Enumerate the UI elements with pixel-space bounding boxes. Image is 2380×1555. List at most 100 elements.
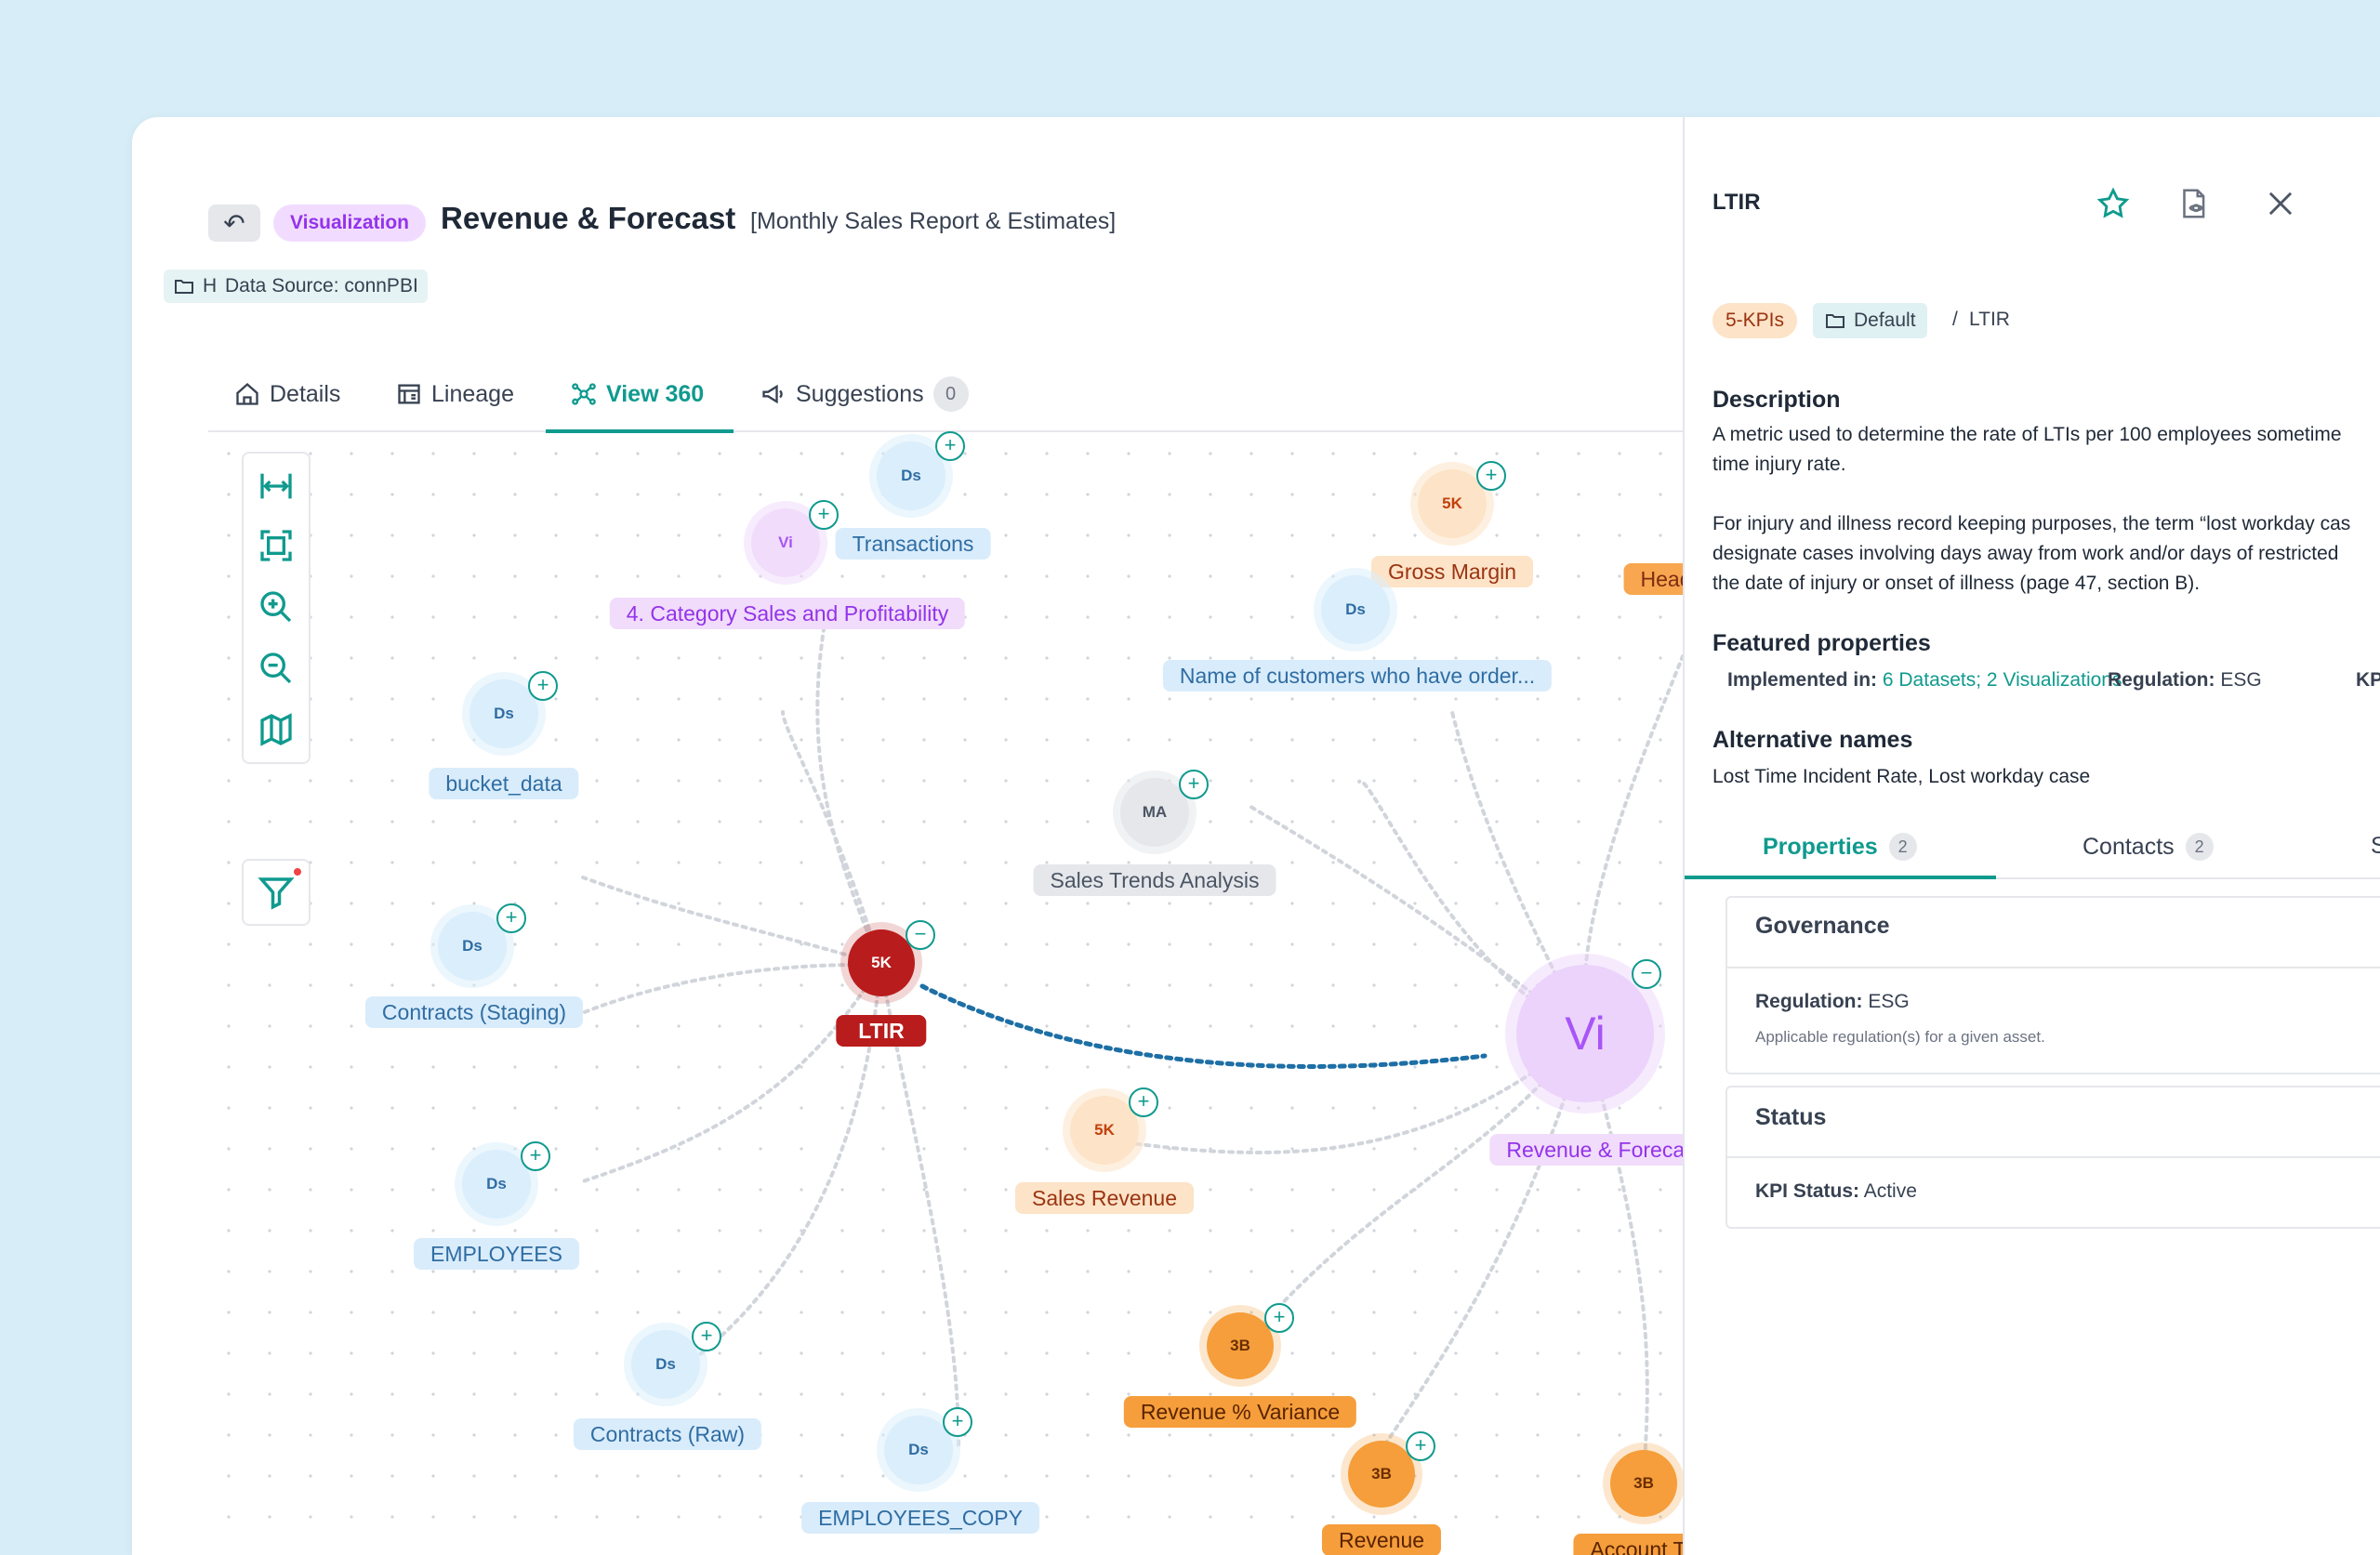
description-line: time injury rate. xyxy=(1712,454,1846,475)
node-label-revenue[interactable]: Revenue xyxy=(1321,1524,1442,1555)
node-label-bucket-data[interactable]: bucket_data xyxy=(429,768,579,799)
node-badge: MA xyxy=(1142,803,1168,821)
properties-count-badge: 2 xyxy=(1888,833,1917,861)
favorite-button[interactable] xyxy=(2094,184,2133,223)
node-badge: 5K xyxy=(1094,1121,1115,1139)
node-label-sales-trends[interactable]: Sales Trends Analysis xyxy=(1033,864,1276,896)
node-badge: Ds xyxy=(1345,600,1366,618)
kpi-status: KPI Status: Active xyxy=(1755,1180,1917,1203)
node-badge: Ds xyxy=(901,467,921,484)
node-badge: 5K xyxy=(871,954,892,971)
section-divider xyxy=(1727,967,2380,969)
expand-icon[interactable]: + xyxy=(1264,1303,1294,1333)
node-label-revenue-forecast[interactable]: Revenue & Forecas xyxy=(1489,1134,1712,1166)
expand-icon[interactable]: + xyxy=(1476,461,1506,491)
graph-node-revenue[interactable]: 3B xyxy=(1348,1441,1415,1508)
close-button[interactable] xyxy=(2261,184,2300,223)
kpi-property: KPI xyxy=(2356,669,2380,692)
expand-icon[interactable]: + xyxy=(1129,1087,1158,1117)
graph-node-customers[interactable]: Ds xyxy=(1321,575,1390,644)
asset-card: ↶ Visualization Revenue & Forecast [Mont… xyxy=(132,117,2380,1555)
folder-chip[interactable]: Default xyxy=(1813,303,1927,338)
fit-width-button[interactable] xyxy=(255,465,298,507)
minimap-button[interactable] xyxy=(255,708,298,751)
node-label-contracts-staging[interactable]: Contracts (Staging) xyxy=(364,996,584,1028)
node-label-contracts-raw[interactable]: Contracts (Raw) xyxy=(573,1418,762,1450)
expand-icon[interactable]: + xyxy=(1406,1431,1435,1461)
zoom-in-button[interactable] xyxy=(255,586,298,628)
kpi-chip[interactable]: 5-KPIs xyxy=(1712,303,1798,338)
panel-tab-contacts[interactable]: Contacts 2 xyxy=(2082,833,2214,861)
regulation-value: ESG xyxy=(2220,669,2262,691)
implemented-in: Implemented in: 6 Datasets; 2 Visualizat… xyxy=(1727,669,2122,692)
expand-icon[interactable]: + xyxy=(809,500,839,530)
graph-node-ltir[interactable]: 5K xyxy=(848,929,915,996)
implemented-key: Implemented in: xyxy=(1727,669,1878,691)
breadcrumb-current: LTIR xyxy=(1969,309,2010,330)
expand-icon[interactable]: + xyxy=(496,903,526,933)
node-badge: Ds xyxy=(908,1441,929,1458)
graph-node-revenue-variance[interactable]: 3B xyxy=(1207,1312,1274,1379)
kpi-status-key: KPI Status: xyxy=(1755,1180,1860,1202)
node-badge: Vi xyxy=(1565,1008,1606,1060)
panel-title: LTIR xyxy=(1712,190,1761,215)
description-heading: Description xyxy=(1712,387,1841,413)
expand-icon[interactable]: + xyxy=(935,431,965,461)
node-label-transactions[interactable]: Transactions xyxy=(835,528,991,560)
filter-button[interactable] xyxy=(242,859,311,926)
governance-heading[interactable]: Governance xyxy=(1755,913,1890,940)
governance-regulation-key: Regulation: xyxy=(1755,991,1863,1012)
node-badge: Ds xyxy=(486,1175,507,1193)
node-badge: Ds xyxy=(462,937,483,955)
description-line: designate cases involving days away from… xyxy=(1712,543,2339,564)
fit-width-icon xyxy=(260,473,292,499)
graph-node-transactions[interactable]: Ds xyxy=(877,441,945,510)
node-label-customers[interactable]: Name of customers who have order... xyxy=(1162,660,1553,692)
folder-chip-label: Default xyxy=(1854,310,1916,331)
node-label-gross-margin[interactable]: Gross Margin xyxy=(1370,556,1534,587)
graph-edges xyxy=(562,622,1683,1485)
close-icon xyxy=(2268,191,2293,216)
collapse-icon[interactable]: − xyxy=(906,920,935,950)
collapse-icon[interactable]: − xyxy=(1632,959,1661,989)
node-label-sales-revenue[interactable]: Sales Revenue xyxy=(1015,1182,1194,1214)
graph-node-contracts-raw[interactable]: Ds xyxy=(631,1330,700,1399)
featured-heading: Featured properties xyxy=(1712,630,1931,656)
regulation-property: Regulation: ESG xyxy=(2108,669,2262,692)
zoom-in-icon xyxy=(260,591,292,623)
expand-icon[interactable]: + xyxy=(692,1322,721,1351)
implemented-link[interactable]: 6 Datasets; 2 Visualizations xyxy=(1883,669,2122,691)
expand-icon[interactable]: + xyxy=(1179,770,1209,799)
governance-help-text: Applicable regulation(s) for a given ass… xyxy=(1755,1028,2045,1046)
graph-node-revenue-forecast[interactable]: Vi xyxy=(1516,965,1654,1102)
details-panel: LTIR 5-KPIs Default / LTIR Description A… xyxy=(1683,117,2380,1555)
panel-active-tab-indicator xyxy=(1685,876,1996,879)
document-view-icon xyxy=(2183,189,2205,218)
status-heading[interactable]: Status xyxy=(1755,1104,1826,1131)
governance-regulation: Regulation: ESG xyxy=(1755,991,1910,1013)
kpi-status-value: Active xyxy=(1863,1180,1917,1202)
fit-screen-button[interactable] xyxy=(255,524,298,567)
star-icon xyxy=(2096,187,2130,218)
regulation-key: Regulation: xyxy=(2108,669,2215,691)
canvas-toolbar xyxy=(242,452,311,764)
expand-icon[interactable]: + xyxy=(528,671,558,701)
view-document-button[interactable] xyxy=(2174,184,2213,223)
node-label-revenue-variance[interactable]: Revenue % Variance xyxy=(1123,1396,1357,1428)
breadcrumb-separator: / xyxy=(1952,309,1958,330)
contacts-count-badge: 2 xyxy=(2185,833,2214,861)
panel-tab-more[interactable]: S xyxy=(2371,833,2380,860)
kpi-key: KPI xyxy=(2356,669,2380,691)
filter-active-dot xyxy=(294,868,301,876)
zoom-out-button[interactable] xyxy=(255,647,298,690)
panel-tab-properties[interactable]: Properties 2 xyxy=(1763,833,1917,861)
node-label-category-sales[interactable]: 4. Category Sales and Profitability xyxy=(609,598,966,629)
node-label-employees-copy[interactable]: EMPLOYEES_COPY xyxy=(801,1502,1039,1534)
graph-node-account[interactable]: 3B xyxy=(1610,1450,1677,1517)
node-label-employees[interactable]: EMPLOYEES xyxy=(414,1238,579,1270)
expand-icon[interactable]: + xyxy=(943,1407,972,1437)
alt-names-value: Lost Time Incident Rate, Lost workday ca… xyxy=(1712,766,2091,787)
expand-icon[interactable]: + xyxy=(521,1141,550,1171)
node-label-ltir[interactable]: LTIR xyxy=(836,1015,927,1047)
node-badge: 3B xyxy=(1633,1474,1654,1492)
